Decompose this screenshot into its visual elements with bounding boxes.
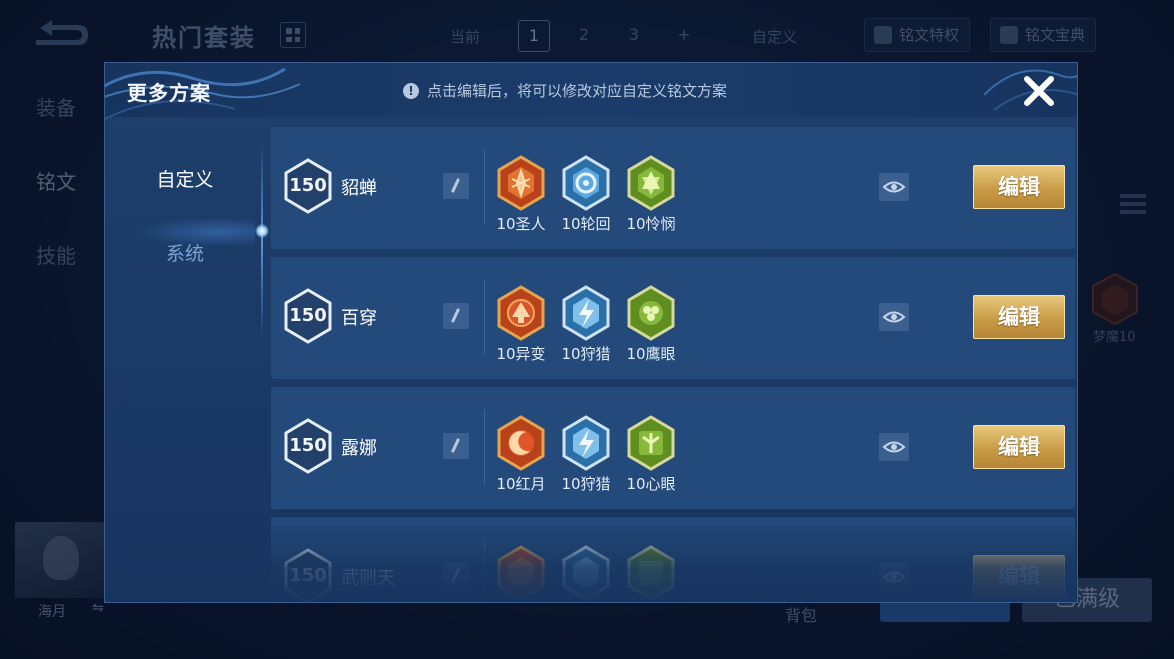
edit-notice: ! 点击编辑后，将可以修改对应自定义铭文方案 xyxy=(403,80,727,101)
inscription-slot-red[interactable] xyxy=(493,545,549,601)
preview-eye-icon[interactable] xyxy=(879,303,909,331)
inscription-slot-red[interactable]: 10圣人 xyxy=(493,155,549,234)
edit-button[interactable]: 编辑 xyxy=(973,295,1065,339)
mercy-icon xyxy=(627,155,675,211)
row-divider xyxy=(484,539,485,602)
inscription-label: 10圣人 xyxy=(496,215,546,233)
level-value: 150 xyxy=(289,175,327,196)
preview-eye-icon[interactable] xyxy=(879,563,909,591)
hunt-icon xyxy=(562,415,610,471)
inscription-slot-green[interactable]: 10心眼 xyxy=(623,415,679,494)
inscription-slot-red[interactable]: 10红月 xyxy=(493,415,549,494)
hawkeye-icon xyxy=(627,285,675,341)
inscription-slot-blue[interactable]: 10狩猎 xyxy=(558,415,614,494)
scheme-name: 露娜 xyxy=(341,438,377,459)
row-divider xyxy=(484,409,485,485)
edit-button[interactable]: 编辑 xyxy=(973,425,1065,469)
modal-header: 更多方案 ! 点击编辑后，将可以修改对应自定义铭文方案 xyxy=(105,63,1077,120)
inscription-label: 10狩猎 xyxy=(561,475,611,493)
active-tab-indicator xyxy=(255,224,269,238)
level-value: 150 xyxy=(289,305,327,326)
saint-icon xyxy=(497,545,545,601)
mutation-icon xyxy=(497,285,545,341)
inscription-label: 10心眼 xyxy=(626,475,676,493)
inscription-label: 10红月 xyxy=(496,475,546,493)
scheme-row: 150 貂蝉 10圣人 10轮回 10怜悯 编辑 xyxy=(271,127,1075,249)
edit-button[interactable]: 编辑 xyxy=(973,165,1065,209)
inscription-slot-blue[interactable] xyxy=(558,545,614,601)
level-value: 150 xyxy=(289,435,327,456)
inscription-slot-blue[interactable]: 10狩猎 xyxy=(558,285,614,364)
mind-eye-icon xyxy=(627,545,675,601)
inscription-label: 10怜悯 xyxy=(626,215,676,233)
scheme-list[interactable]: 150 貂蝉 10圣人 10轮回 10怜悯 编辑 150 百穿 10异变 10狩… xyxy=(271,127,1075,602)
hunt-icon xyxy=(562,545,610,601)
inscription-label: 10狩猎 xyxy=(561,345,611,363)
rename-button[interactable] xyxy=(443,433,469,459)
scheme-tabs: 自定义 系统 xyxy=(105,117,269,602)
edit-button[interactable]: 编辑 xyxy=(973,555,1065,599)
notice-text: 点击编辑后，将可以修改对应自定义铭文方案 xyxy=(427,82,728,100)
rename-button[interactable] xyxy=(443,563,469,589)
info-icon: ! xyxy=(403,82,419,99)
modal-title: 更多方案 xyxy=(127,81,211,105)
scheme-name: 貂蝉 xyxy=(341,178,377,199)
scheme-name: 百穿 xyxy=(341,308,377,329)
inscription-slot-blue[interactable]: 10轮回 xyxy=(558,155,614,234)
inscription-label: 10轮回 xyxy=(561,215,611,233)
more-schemes-modal: 更多方案 ! 点击编辑后，将可以修改对应自定义铭文方案 自定义 系统 150 貂… xyxy=(104,62,1078,603)
inscription-slot-red[interactable]: 10异变 xyxy=(493,285,549,364)
red-moon-icon xyxy=(497,415,545,471)
inscription-slot-green[interactable]: 10怜悯 xyxy=(623,155,679,234)
inscription-slot-green[interactable] xyxy=(623,545,679,601)
mind-eye-icon xyxy=(627,415,675,471)
close-icon[interactable] xyxy=(1019,71,1059,111)
tab-custom[interactable]: 自定义 xyxy=(105,165,265,192)
preview-eye-icon[interactable] xyxy=(879,433,909,461)
saint-icon xyxy=(497,155,545,211)
row-divider xyxy=(484,149,485,225)
scheme-name: 武则天 xyxy=(341,568,395,589)
row-divider xyxy=(484,279,485,355)
rename-button[interactable] xyxy=(443,303,469,329)
scheme-row: 150 武则天 编辑 xyxy=(271,517,1075,602)
tab-divider-line xyxy=(261,141,263,341)
scheme-row: 150 百穿 10异变 10狩猎 10鹰眼 编辑 xyxy=(271,257,1075,379)
preview-eye-icon[interactable] xyxy=(879,173,909,201)
inscription-slot-green[interactable]: 10鹰眼 xyxy=(623,285,679,364)
scheme-row: 150 露娜 10红月 10狩猎 10心眼 编辑 xyxy=(271,387,1075,509)
inscription-label: 10鹰眼 xyxy=(626,345,676,363)
rename-button[interactable] xyxy=(443,173,469,199)
tab-system[interactable]: 系统 xyxy=(105,239,265,266)
samsara-icon xyxy=(562,155,610,211)
level-value: 150 xyxy=(289,565,327,586)
inscription-label: 10异变 xyxy=(496,345,546,363)
hunt-icon xyxy=(562,285,610,341)
